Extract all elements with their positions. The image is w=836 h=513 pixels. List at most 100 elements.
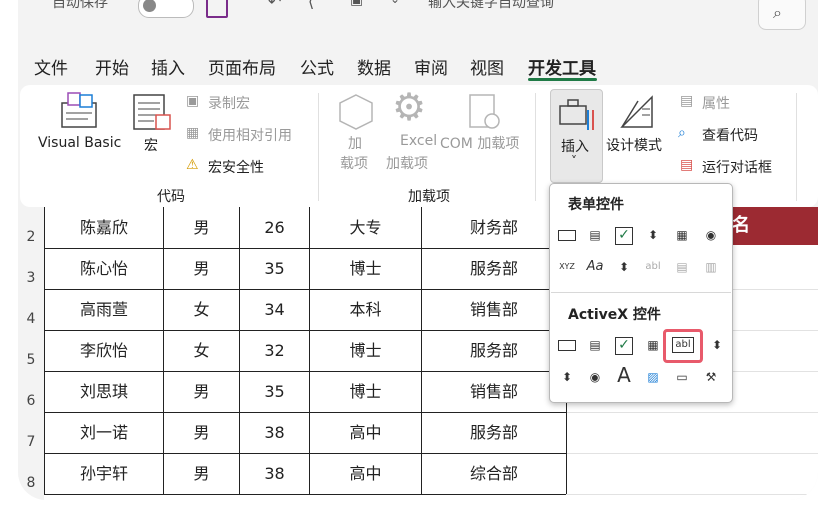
row-header[interactable]: 3	[18, 248, 44, 289]
row-header[interactable]: 4	[18, 289, 44, 330]
excel-addins-line1[interactable]: Excel	[400, 133, 437, 149]
table-cell[interactable]: 女	[164, 289, 239, 330]
header-partial-text: 名	[732, 215, 750, 236]
form-combo-list-edit-icon[interactable]: ▤	[671, 256, 693, 278]
row-header[interactable]: 5	[18, 330, 44, 371]
macro-security-button[interactable]: 宏安全性	[208, 157, 264, 177]
row-header[interactable]: 2	[18, 207, 44, 248]
table-cell[interactable]: 销售部	[422, 371, 566, 412]
table-cell[interactable]: 服务部	[422, 412, 566, 453]
form-spin-button-icon[interactable]: ⬍	[642, 224, 664, 246]
table-cell[interactable]: 博士	[310, 330, 421, 371]
table-cell[interactable]: 男	[164, 371, 239, 412]
insert-controls-button[interactable]: 插入 ˅	[550, 89, 603, 183]
redo-icon[interactable]: ⟨	[308, 0, 314, 11]
activex-option-button-icon[interactable]: ◉	[584, 366, 606, 388]
form-check-box-icon[interactable]: ✓	[613, 224, 635, 246]
activex-combo-box-icon[interactable]: ▤	[584, 334, 606, 356]
table-cell[interactable]: 大专	[310, 207, 421, 248]
table-cell[interactable]: 38	[240, 412, 309, 453]
record-macro-button[interactable]: 录制宏	[208, 93, 250, 113]
macros-button[interactable]: 宏	[144, 135, 158, 155]
activex-command-button-icon[interactable]	[556, 334, 578, 356]
table-cell[interactable]: 男	[164, 453, 239, 494]
run-dialog-button[interactable]: 运行对话框	[702, 157, 772, 177]
form-combo-drop-down-icon[interactable]: ▥	[700, 256, 722, 278]
table-cell[interactable]: 陈心怡	[45, 248, 163, 289]
table-cell[interactable]: 服务部	[422, 248, 566, 289]
table-cell[interactable]: 35	[240, 371, 309, 412]
table-cell[interactable]: 服务部	[422, 330, 566, 371]
tab-formulas[interactable]: 公式	[300, 54, 334, 79]
tab-data[interactable]: 数据	[357, 54, 391, 79]
table-cell[interactable]: 男	[164, 412, 239, 453]
excel-addins-line2[interactable]: 加载项	[386, 153, 428, 173]
activex-list-box-icon[interactable]: ▦	[642, 334, 664, 356]
visual-basic-button[interactable]: Visual Basic	[38, 135, 121, 151]
tab-page-layout[interactable]: 页面布局	[208, 54, 276, 79]
table-cell[interactable]: 本科	[310, 289, 421, 330]
table-cell[interactable]: 博士	[310, 371, 421, 412]
table-cell[interactable]: 孙宇轩	[45, 453, 163, 494]
activex-toggle-button-icon[interactable]: ▭	[671, 366, 693, 388]
activex-label-icon[interactable]: A	[613, 364, 635, 386]
com-addins-button[interactable]: COM 加载项	[440, 133, 519, 153]
table-cell[interactable]: 34	[240, 289, 309, 330]
table-cell[interactable]: 35	[240, 248, 309, 289]
tab-review[interactable]: 审阅	[414, 54, 448, 79]
row-header[interactable]: 6	[18, 371, 44, 412]
addins-button-line1[interactable]: 加	[348, 133, 362, 153]
autosave-toggle[interactable]	[138, 0, 194, 18]
form-option-button-icon[interactable]: ◉	[700, 224, 722, 246]
properties-button[interactable]: 属性	[702, 93, 730, 113]
activex-more-controls-icon[interactable]: ⚒	[700, 366, 722, 388]
ribbon-tabs: 文件 开始 插入 页面布局 公式 数据 审阅 视图 开发工具	[18, 48, 818, 82]
tab-insert[interactable]: 插入	[151, 54, 185, 79]
table-cell[interactable]: 财务部	[422, 207, 566, 248]
activex-image-icon[interactable]: ▨	[642, 366, 664, 388]
view-code-button[interactable]: 查看代码	[702, 125, 758, 145]
activex-spin-button-icon[interactable]: ⬍	[556, 366, 578, 388]
tab-file[interactable]: 文件	[34, 54, 68, 79]
form-text-field-icon[interactable]: abl	[642, 256, 664, 278]
activex-scroll-bar-icon[interactable]: ⬍	[706, 334, 728, 356]
table-cell[interactable]: 陈嘉欣	[45, 207, 163, 248]
form-group-box-icon[interactable]: XYZ	[556, 256, 578, 278]
design-mode-button[interactable]: 设计模式	[606, 135, 662, 155]
quick-access-dropdown-icon[interactable]: ⌄	[390, 0, 400, 6]
table-cell[interactable]: 李欣怡	[45, 330, 163, 371]
form-label-icon[interactable]: Aa	[584, 256, 606, 278]
code-group-label: 代码	[157, 189, 185, 205]
table-cell[interactable]: 高中	[310, 412, 421, 453]
tab-developer[interactable]: 开发工具	[528, 54, 596, 79]
activex-check-box-icon[interactable]: ✓	[613, 334, 635, 356]
record-macro-icon: ▣	[186, 93, 200, 109]
addins-button-line2[interactable]: 载项	[340, 153, 368, 173]
table-cell[interactable]: 高雨萱	[45, 289, 163, 330]
table-cell[interactable]: 综合部	[422, 453, 566, 494]
relative-refs-button[interactable]: 使用相对引用	[208, 125, 292, 145]
row-header[interactable]: 8	[18, 453, 44, 500]
table-cell[interactable]: 刘思琪	[45, 371, 163, 412]
search-button[interactable]: ⌕	[758, 0, 806, 30]
table-cell[interactable]: 26	[240, 207, 309, 248]
form-list-box-icon[interactable]: ▦	[671, 224, 693, 246]
save-icon[interactable]	[206, 0, 228, 18]
table-cell[interactable]: 销售部	[422, 289, 566, 330]
tab-home[interactable]: 开始	[95, 54, 129, 79]
table-cell[interactable]: 男	[164, 207, 239, 248]
form-button-icon[interactable]	[556, 224, 578, 246]
form-combo-box-icon[interactable]: ▤	[584, 224, 606, 246]
table-cell[interactable]: 刘一诺	[45, 412, 163, 453]
table-cell[interactable]: 女	[164, 330, 239, 371]
form-scroll-bar-icon[interactable]: ⬍	[613, 256, 635, 278]
table-cell[interactable]: 38	[240, 453, 309, 494]
tab-view[interactable]: 视图	[470, 54, 504, 79]
table-cell[interactable]: 男	[164, 248, 239, 289]
undo-icon[interactable]: ↶	[268, 0, 281, 11]
table-cell[interactable]: 32	[240, 330, 309, 371]
table-cell[interactable]: 高中	[310, 453, 421, 494]
row-header[interactable]: 7	[18, 412, 44, 453]
table-cell[interactable]: 博士	[310, 248, 421, 289]
quick-access-icon[interactable]: ▣	[350, 0, 363, 8]
